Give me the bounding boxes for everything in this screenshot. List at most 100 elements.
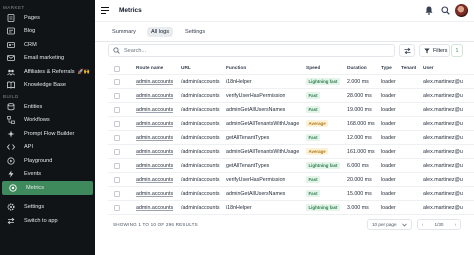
- row-checkbox[interactable]: [114, 145, 120, 158]
- table-row[interactable]: admin.accounts/admin/accounts getAllTenan…: [108, 131, 474, 145]
- row-checkbox[interactable]: [114, 159, 120, 172]
- table-row[interactable]: admin.accounts/admin/accounts i18nHelper L…: [108, 201, 474, 215]
- url-cell: /admin/accounts: [181, 162, 220, 169]
- row-checkbox[interactable]: [114, 201, 120, 214]
- sidebar-item-crm[interactable]: CRM: [0, 38, 95, 52]
- duration-cell: 3.000 ms: [347, 204, 369, 211]
- row-checkbox[interactable]: [114, 173, 120, 186]
- avatar[interactable]: [455, 4, 468, 17]
- route-link[interactable]: admin.accounts: [136, 131, 173, 144]
- sidebar-item-events[interactable]: Events: [0, 168, 95, 182]
- row-checkbox[interactable]: [114, 89, 120, 102]
- route-name[interactable]: admin.accounts: [136, 177, 173, 183]
- function-cell: adminGetAllUsersNames: [226, 106, 286, 113]
- select-all-checkbox[interactable]: [114, 63, 120, 74]
- sidebar-item-playground[interactable]: Playground: [0, 154, 95, 168]
- filters-button[interactable]: Filters: [419, 44, 450, 57]
- route-name[interactable]: admin.accounts: [136, 191, 173, 197]
- sort-button[interactable]: [399, 44, 415, 57]
- search-box: [108, 44, 395, 57]
- user-cell: alex.martinez@u: [423, 204, 463, 211]
- table-row[interactable]: admin.accounts/admin/accounts getAllTenan…: [108, 159, 474, 173]
- tab-settings[interactable]: Settings: [181, 27, 209, 37]
- table-row[interactable]: admin.accounts/admin/accounts adminGetAll…: [108, 117, 474, 131]
- tab-summary[interactable]: Summary: [108, 27, 140, 37]
- type-cell: loader: [381, 148, 396, 155]
- column-header-url[interactable]: URL: [181, 63, 191, 74]
- row-checkbox[interactable]: [114, 131, 120, 144]
- function-cell: i18nHelper: [226, 78, 252, 85]
- route-name[interactable]: admin.accounts: [136, 93, 173, 99]
- sidebar-item-label: Knowledge Base: [24, 82, 66, 89]
- route-name[interactable]: admin.accounts: [136, 149, 173, 155]
- route-link[interactable]: admin.accounts: [136, 159, 173, 172]
- url-cell: /admin/accounts: [181, 106, 220, 113]
- row-checkbox[interactable]: [114, 187, 120, 200]
- table-row[interactable]: admin.accounts/admin/accounts i18nHelper L…: [108, 75, 474, 89]
- column-header-type[interactable]: Type: [381, 63, 392, 74]
- table-row[interactable]: admin.accounts/admin/accounts verifyUserH…: [108, 89, 474, 103]
- sidebar-item-email-marketing[interactable]: Email marketing: [0, 52, 95, 66]
- sidebar-item-switch-to-app[interactable]: Switch to app: [0, 214, 95, 228]
- route-name[interactable]: admin.accounts: [136, 205, 173, 211]
- bell-icon[interactable]: [425, 6, 433, 15]
- column-header-function[interactable]: Function: [226, 63, 246, 74]
- sidebar-item-prompt-flow-builder[interactable]: Prompt Flow Builder: [0, 127, 95, 141]
- route-link[interactable]: admin.accounts: [136, 89, 173, 102]
- route-link[interactable]: admin.accounts: [136, 173, 173, 186]
- table-row[interactable]: admin.accounts/admin/accounts adminGetAll…: [108, 187, 474, 201]
- search-input[interactable]: [124, 47, 384, 54]
- table-row[interactable]: admin.accounts/admin/accounts adminGetAll…: [108, 145, 474, 159]
- route-link[interactable]: admin.accounts: [136, 187, 173, 200]
- sidebar-item-label: Blog: [24, 28, 36, 35]
- row-checkbox[interactable]: [114, 117, 120, 130]
- sidebar-item-affiliates-referrals[interactable]: Affiliates & Referrals 🚀🙌: [0, 65, 95, 79]
- column-header-route[interactable]: Route name: [136, 63, 163, 74]
- next-page-button[interactable]: ›: [451, 222, 460, 227]
- route-link[interactable]: admin.accounts: [136, 117, 173, 130]
- sidebar-item-metrics[interactable]: Metrics: [2, 181, 93, 195]
- menu-icon[interactable]: [101, 7, 109, 14]
- prev-page-button[interactable]: ‹: [418, 222, 427, 227]
- sidebar-item-api[interactable]: API: [0, 141, 95, 155]
- function-cell: verifyUserHasPermission: [226, 176, 286, 183]
- column-header-user[interactable]: User: [423, 63, 434, 74]
- route-name[interactable]: admin.accounts: [136, 163, 173, 169]
- table-row[interactable]: admin.accounts/admin/accounts adminGetAll…: [108, 103, 474, 117]
- table-row[interactable]: admin.accounts/admin/accounts verifyUserH…: [108, 173, 474, 187]
- duration-cell: 15.000 ms: [347, 190, 372, 197]
- tab-all-logs[interactable]: All logs: [147, 27, 174, 37]
- filter-count-badge[interactable]: 1: [451, 44, 463, 57]
- route-name[interactable]: admin.accounts: [136, 107, 173, 113]
- per-page-select[interactable]: 10 per page: [367, 219, 412, 230]
- sidebar-item-settings[interactable]: Settings: [0, 201, 95, 215]
- speed-cell: Lightning fast: [306, 159, 341, 172]
- settings-icon: [7, 203, 17, 211]
- user-cell: alex.martinez@u: [423, 176, 463, 183]
- user-cell: alex.martinez@u: [423, 190, 463, 197]
- sidebar-item-workflows[interactable]: Workflows: [0, 114, 95, 128]
- search-icon[interactable]: [441, 6, 450, 15]
- route-link[interactable]: admin.accounts: [136, 145, 173, 158]
- route-link[interactable]: admin.accounts: [136, 103, 173, 116]
- sidebar-item-blog[interactable]: Blog: [0, 25, 95, 39]
- route-link[interactable]: admin.accounts: [136, 201, 173, 214]
- route-name[interactable]: admin.accounts: [136, 135, 173, 141]
- sidebar-item-label: Workflows: [24, 117, 50, 124]
- sidebar-item-knowledge-base[interactable]: Knowledge Base: [0, 79, 95, 93]
- type-cell: loader: [381, 106, 396, 113]
- route-name[interactable]: admin.accounts: [136, 79, 173, 85]
- row-checkbox[interactable]: [114, 75, 120, 88]
- column-header-speed[interactable]: Speed: [306, 63, 320, 74]
- route-link[interactable]: admin.accounts: [136, 75, 173, 88]
- url-cell: /admin/accounts: [181, 134, 220, 141]
- sidebar-item-pages[interactable]: Pages: [0, 11, 95, 25]
- route-name[interactable]: admin.accounts: [136, 121, 173, 127]
- row-checkbox[interactable]: [114, 103, 120, 116]
- top-bar: Metrics: [95, 0, 474, 22]
- url-cell: /admin/accounts: [181, 148, 220, 155]
- url-cell: /admin/accounts: [181, 190, 220, 197]
- sidebar-item-entities[interactable]: Entities: [0, 100, 95, 114]
- column-header-duration[interactable]: Duration: [347, 63, 367, 74]
- column-header-tenant[interactable]: Tenant: [401, 63, 416, 74]
